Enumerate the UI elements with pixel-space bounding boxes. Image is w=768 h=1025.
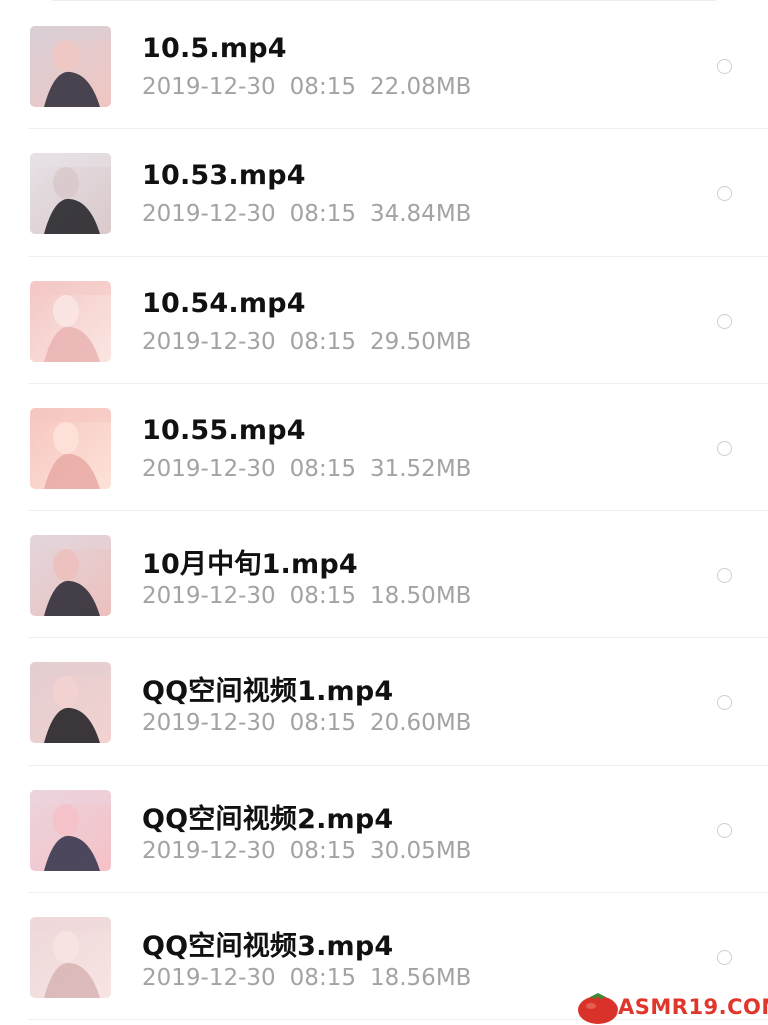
file-meta: 2019-12-30 08:15 34.84MB — [142, 201, 471, 227]
file-meta: 2019-12-30 08:15 20.60MB — [142, 710, 471, 736]
file-date: 2019-12-30 — [142, 583, 276, 610]
file-row[interactable]: QQ空间视频1.mp4 2019-12-30 08:15 20.60MB — [0, 638, 768, 767]
video-thumbnail[interactable] — [30, 789, 111, 871]
file-meta: 2019-12-30 08:15 30.05MB — [142, 838, 471, 864]
file-name: QQ空间视频1.mp4 — [142, 676, 394, 708]
file-date: 2019-12-30 — [142, 710, 276, 737]
video-thumbnail[interactable] — [30, 535, 111, 617]
file-time: 08:15 — [289, 583, 356, 610]
file-time: 08:15 — [289, 710, 356, 737]
file-row[interactable]: 10.5.mp4 2019-12-30 08:15 22.08MB — [0, 2, 768, 130]
select-radio[interactable] — [717, 950, 732, 966]
file-name: 10.5.mp4 — [142, 33, 287, 64]
select-radio[interactable] — [717, 822, 732, 838]
file-name: 10.54.mp4 — [142, 287, 306, 319]
file-meta: 2019-12-30 08:15 18.50MB — [142, 583, 471, 609]
file-name: 10月中旬1.mp4 — [142, 549, 358, 581]
file-time: 08:15 — [289, 837, 356, 864]
file-size: 20.60MB — [369, 710, 472, 737]
file-list: 10.5.mp4 2019-12-30 08:15 22.08MB 10.53.mp… — [0, 2, 768, 1021]
video-thumbnail[interactable] — [30, 280, 111, 362]
tomato-icon — [578, 993, 618, 1024]
top-divider — [52, 0, 716, 1]
file-meta: 2019-12-30 08:15 31.52MB — [142, 456, 471, 482]
file-date: 2019-12-30 — [142, 74, 276, 100]
video-thumbnail[interactable] — [30, 153, 111, 235]
file-meta: 2019-12-30 08:15 29.50MB — [142, 329, 471, 355]
video-thumbnail[interactable] — [30, 407, 111, 489]
select-radio[interactable] — [717, 59, 732, 74]
watermark-text: ASMR19.COM — [618, 995, 768, 1019]
file-time: 08:15 — [289, 455, 356, 482]
file-size: 18.50MB — [369, 583, 472, 610]
file-row[interactable]: QQ空间视频2.mp4 2019-12-30 08:15 30.05MB — [0, 766, 768, 894]
file-meta: 2019-12-30 08:15 22.08MB — [142, 74, 471, 100]
select-radio[interactable] — [717, 695, 732, 711]
select-radio[interactable] — [717, 313, 732, 329]
file-size: 30.05MB — [369, 837, 472, 864]
file-size: 18.56MB — [369, 965, 472, 992]
file-date: 2019-12-30 — [142, 837, 276, 864]
file-time: 08:15 — [289, 74, 356, 100]
select-radio[interactable] — [717, 186, 732, 202]
file-time: 08:15 — [289, 328, 356, 355]
file-date: 2019-12-30 — [142, 965, 276, 992]
file-size: 22.08MB — [369, 74, 472, 100]
file-name: QQ空间视频3.mp4 — [142, 931, 394, 963]
file-time: 08:15 — [289, 965, 356, 992]
file-size: 29.50MB — [369, 328, 472, 355]
video-thumbnail[interactable] — [30, 662, 111, 744]
file-row[interactable]: 10.55.mp4 2019-12-30 08:15 31.52MB — [0, 384, 768, 512]
file-row[interactable]: 10.54.mp4 2019-12-30 08:15 29.50MB — [0, 257, 768, 385]
video-thumbnail[interactable] — [30, 917, 111, 999]
file-row[interactable]: 10.53.mp4 2019-12-30 08:15 34.84MB — [0, 129, 768, 257]
file-date: 2019-12-30 — [142, 328, 276, 355]
select-radio[interactable] — [717, 568, 732, 584]
file-meta: 2019-12-30 08:15 18.56MB — [142, 965, 471, 991]
file-name: 10.53.mp4 — [142, 160, 306, 192]
file-size: 31.52MB — [369, 455, 472, 482]
select-radio[interactable] — [717, 440, 732, 456]
file-date: 2019-12-30 — [142, 201, 276, 228]
file-date: 2019-12-30 — [142, 455, 276, 482]
file-name: QQ空间视频2.mp4 — [142, 803, 394, 835]
file-row[interactable]: 10月中旬1.mp4 2019-12-30 08:15 18.50MB — [0, 511, 768, 639]
file-time: 08:15 — [289, 201, 356, 228]
file-size: 34.84MB — [369, 201, 472, 228]
file-name: 10.55.mp4 — [142, 414, 306, 446]
watermark: ASMR19.COM — [574, 988, 768, 1025]
video-thumbnail[interactable] — [30, 26, 111, 107]
